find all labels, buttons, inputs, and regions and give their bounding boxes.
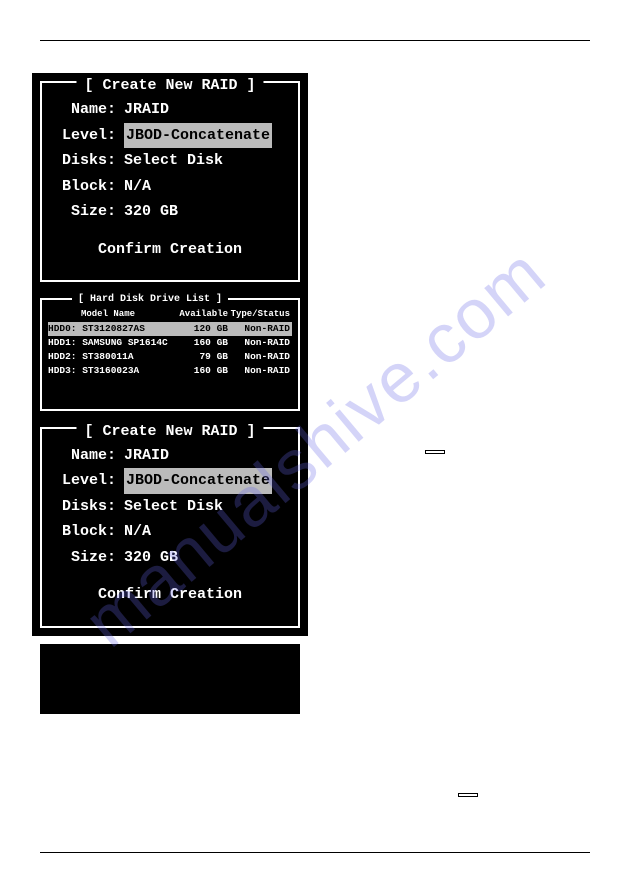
black-box — [40, 644, 300, 714]
hdd-status: Non-RAID — [228, 364, 292, 378]
hdd-status: Non-RAID — [228, 322, 292, 336]
confirm-creation[interactable]: Confirm Creation — [54, 582, 286, 608]
hdd-row[interactable]: HDD3: ST3160023A 160 GB Non-RAID — [48, 364, 292, 378]
disks-value[interactable]: Select Disk — [124, 494, 223, 520]
block-value: N/A — [124, 519, 151, 545]
hdd-model: HDD1: SAMSUNG SP1614C — [48, 336, 178, 350]
hdd-status: Non-RAID — [228, 336, 292, 350]
size-label: Size: — [54, 199, 116, 225]
block-label: Block: — [54, 174, 116, 200]
bottom-divider — [40, 852, 590, 853]
size-label: Size: — [54, 545, 116, 571]
hdd-row[interactable]: HDD1: SAMSUNG SP1614C 160 GB Non-RAID — [48, 336, 292, 350]
hdd-model: HDD0: ST3120827AS — [48, 322, 178, 336]
disks-label: Disks: — [54, 148, 116, 174]
confirm-creation[interactable]: Confirm Creation — [54, 237, 286, 263]
hdd-list-panel: [ Hard Disk Drive List ] Model Name Avai… — [40, 298, 300, 411]
level-value[interactable]: JBOD-Concatenate — [124, 123, 272, 149]
size-value: 320 GB — [124, 545, 178, 571]
panel-title: [ Create New RAID ] — [76, 419, 263, 445]
size-value: 320 GB — [124, 199, 178, 225]
hdd-row[interactable]: HDD2: ST380011A 79 GB Non-RAID — [48, 350, 292, 364]
hdd-col-available: Available — [168, 308, 228, 322]
level-value[interactable]: JBOD-Concatenate — [124, 468, 272, 494]
disks-label: Disks: — [54, 494, 116, 520]
raid-panel-2: [ Create New RAID ] Name: JRAID Level: J… — [40, 427, 300, 628]
hdd-size: 79 GB — [178, 350, 228, 364]
name-label: Name: — [54, 443, 116, 469]
raid-panel-1: [ Create New RAID ] Name: JRAID Level: J… — [40, 81, 300, 282]
hdd-status: Non-RAID — [228, 350, 292, 364]
hdd-row[interactable]: HDD0: ST3120827AS 120 GB Non-RAID — [48, 322, 292, 336]
hdd-model: HDD3: ST3160023A — [48, 364, 178, 378]
key-box-1 — [425, 450, 445, 454]
panel-title: [ Create New RAID ] — [76, 73, 263, 99]
hdd-col-model: Model Name — [48, 308, 168, 322]
hdd-col-type: Type/Status — [228, 308, 292, 322]
hdd-size: 120 GB — [178, 322, 228, 336]
key-box-2 — [458, 793, 478, 797]
block-value: N/A — [124, 174, 151, 200]
name-value: JRAID — [124, 443, 169, 469]
disks-value[interactable]: Select Disk — [124, 148, 223, 174]
hdd-title: [ Hard Disk Drive List ] — [72, 292, 228, 307]
hdd-model: HDD2: ST380011A — [48, 350, 178, 364]
name-value: JRAID — [124, 97, 169, 123]
name-label: Name: — [54, 97, 116, 123]
hdd-size: 160 GB — [178, 364, 228, 378]
level-label: Level: — [54, 123, 116, 149]
hdd-size: 160 GB — [178, 336, 228, 350]
top-divider — [40, 40, 590, 41]
block-label: Block: — [54, 519, 116, 545]
level-label: Level: — [54, 468, 116, 494]
